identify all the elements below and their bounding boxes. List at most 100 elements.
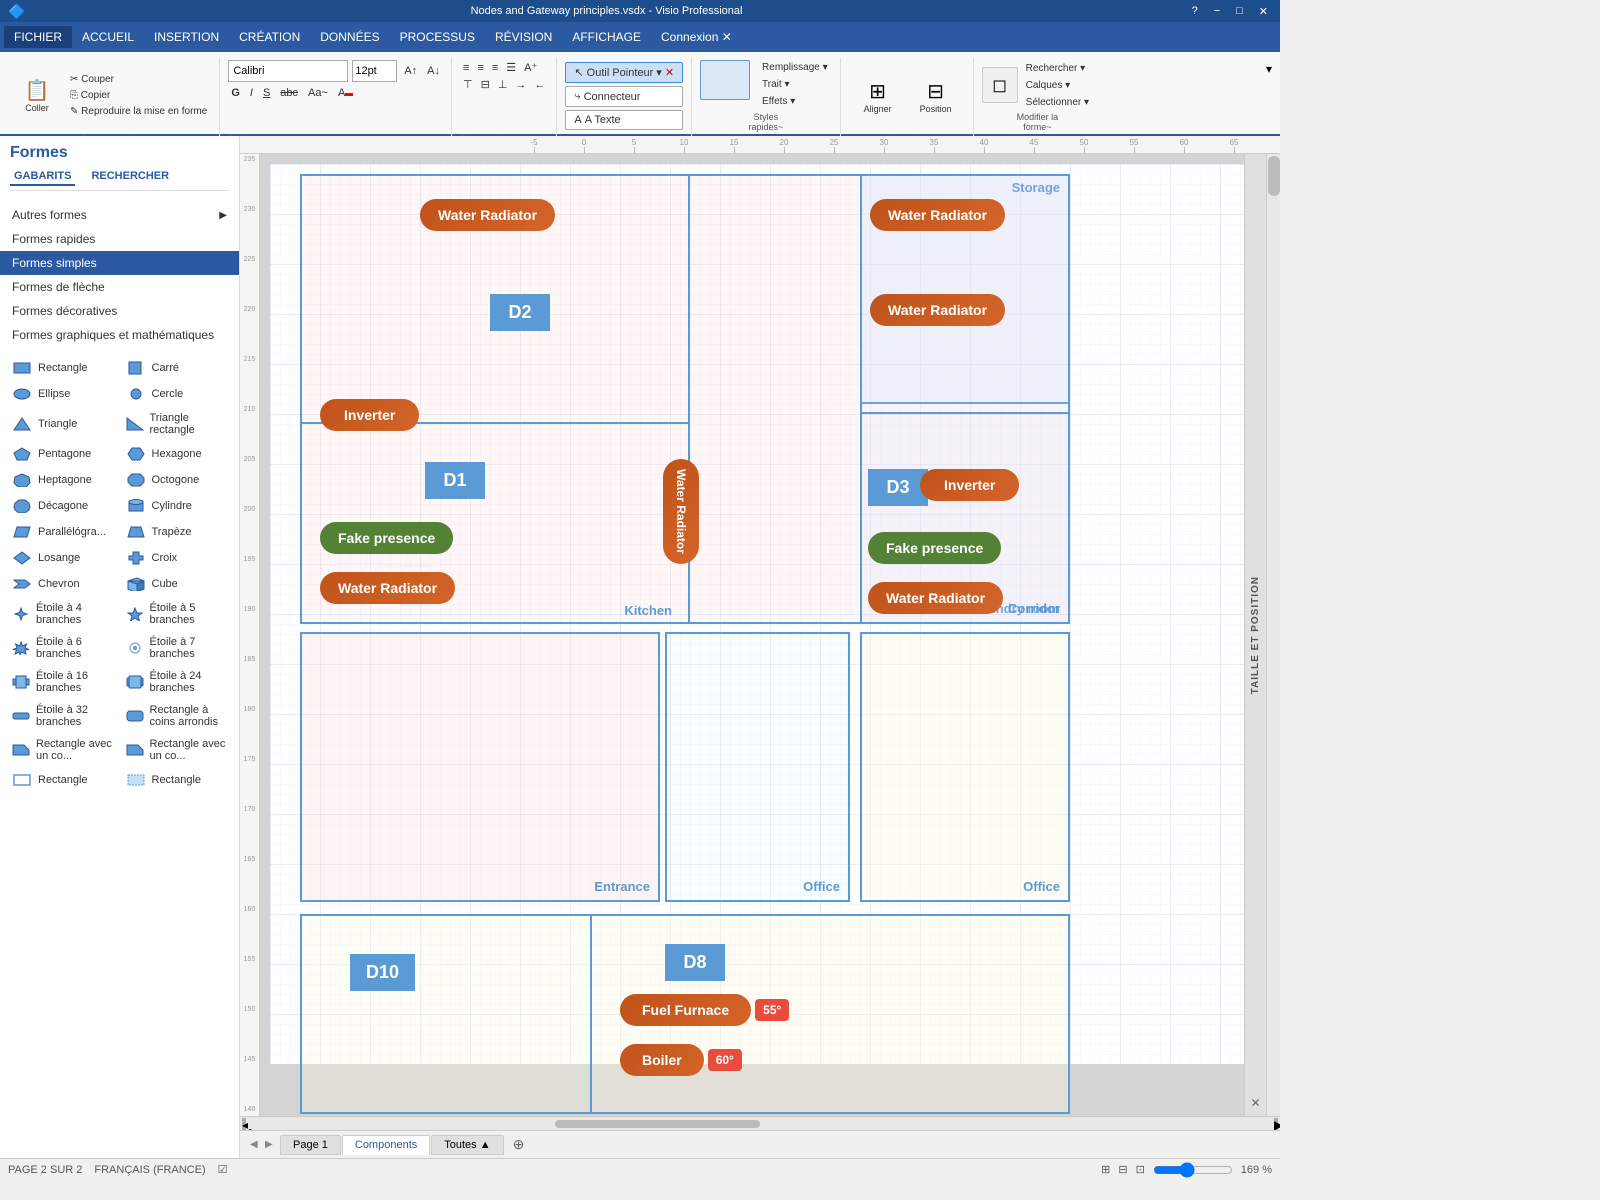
font-color-btn[interactable]: A bbox=[335, 86, 356, 100]
ribbon-expand-btn[interactable]: ▾ bbox=[1262, 58, 1276, 146]
aligner-btn[interactable]: ⊞ Aligner bbox=[853, 76, 903, 117]
zoom-slider[interactable] bbox=[1153, 1162, 1233, 1178]
accessibility-icon[interactable]: ☑ bbox=[218, 1163, 228, 1176]
shape-parallelogramme[interactable]: Parallélógra... bbox=[8, 521, 118, 543]
shape-etoile24[interactable]: Étoile à 24 branches bbox=[122, 667, 232, 697]
valign-top-btn[interactable]: ⊤ bbox=[460, 77, 476, 92]
sidebar-item-formes-fleche[interactable]: Formes de flèche bbox=[0, 275, 239, 299]
shape-rect-un-coin2[interactable]: Rectangle avec un co... bbox=[122, 735, 232, 765]
horizontal-scrollbar[interactable]: ◀ ▶ bbox=[240, 1116, 1280, 1130]
align-center-btn[interactable]: ≡ bbox=[474, 60, 486, 75]
v-scroll-thumb[interactable] bbox=[1268, 156, 1280, 196]
shape-ellipse[interactable]: Ellipse bbox=[8, 383, 118, 405]
reproduire-btn[interactable]: ✎ Reproduire la mise en forme bbox=[66, 104, 211, 119]
wr-kitchen-top[interactable]: Water Radiator bbox=[420, 199, 555, 231]
shape-rect-un-coin[interactable]: Rectangle avec un co... bbox=[8, 735, 118, 765]
menu-item-accueil[interactable]: ACCUEIL bbox=[72, 26, 144, 48]
shape-rectangle[interactable]: Rectangle bbox=[8, 357, 118, 379]
shape-rectangle2[interactable]: Rectangle bbox=[8, 769, 118, 791]
h-scroll-right-btn[interactable]: ▶ bbox=[1274, 1118, 1278, 1130]
wr-living[interactable]: Water Radiator bbox=[320, 572, 455, 604]
effets-btn[interactable]: Effets ▾ bbox=[758, 94, 832, 109]
font-size-up-btn[interactable]: A⁺ bbox=[521, 60, 540, 75]
vertical-scrollbar[interactable] bbox=[1266, 154, 1280, 1116]
couper-btn[interactable]: ✂ Couper bbox=[66, 72, 211, 87]
trait-btn[interactable]: Trait ▾ bbox=[758, 77, 832, 92]
copier-btn[interactable]: ⎘ Copier bbox=[66, 88, 211, 103]
shape-etoile6[interactable]: Étoile à 6 branches bbox=[8, 633, 118, 663]
valign-mid-btn[interactable]: ⊟ bbox=[478, 77, 493, 92]
boiler-group[interactable]: Boiler 60° bbox=[620, 1044, 742, 1076]
tab-components[interactable]: Components bbox=[342, 1135, 430, 1155]
sidebar-item-formes-decoratives[interactable]: Formes décoratives bbox=[0, 299, 239, 323]
view-normal-btn[interactable]: ⊞ bbox=[1101, 1163, 1110, 1176]
menu-item-revision[interactable]: RÉVISION bbox=[485, 26, 562, 48]
texte-btn[interactable]: A A Texte bbox=[565, 110, 683, 130]
font-grow-btn[interactable]: A↑ bbox=[401, 64, 420, 78]
scroll-tabs-left[interactable]: ◀ bbox=[250, 1138, 264, 1152]
list-btn[interactable]: ☰ bbox=[503, 60, 519, 75]
shape-pentagone[interactable]: Pentagone bbox=[8, 443, 118, 465]
shape-cube[interactable]: Cube bbox=[122, 573, 232, 595]
underline-btn[interactable]: S bbox=[260, 86, 273, 100]
remplissage-btn[interactable]: Remplissage ▾ bbox=[758, 60, 832, 75]
font-size-selector[interactable] bbox=[352, 60, 397, 82]
maximize-btn[interactable]: □ bbox=[1232, 5, 1247, 18]
shape-losange[interactable]: Losange bbox=[8, 547, 118, 569]
tab-rechercher[interactable]: RECHERCHER bbox=[87, 168, 173, 186]
menu-item-insertion[interactable]: INSERTION bbox=[144, 26, 229, 48]
sidebar-item-formes-simples[interactable]: Formes simples bbox=[0, 251, 239, 275]
h-scroll-thumb[interactable] bbox=[555, 1120, 760, 1128]
align-left-btn[interactable]: ≡ bbox=[460, 60, 472, 75]
tab-toutes[interactable]: Toutes ▲ bbox=[431, 1135, 503, 1155]
rechercher-btn[interactable]: Rechercher ▾ bbox=[1022, 61, 1093, 76]
shape-heptagone[interactable]: Heptagone bbox=[8, 469, 118, 491]
shape-etoile4[interactable]: Étoile à 4 branches bbox=[8, 599, 118, 629]
sidebar-item-autres-formes[interactable]: Autres formes ▶ bbox=[0, 203, 239, 227]
menu-item-donnees[interactable]: DONNÉES bbox=[310, 26, 389, 48]
font-selector[interactable] bbox=[228, 60, 348, 82]
menu-item-creation[interactable]: CRÉATION bbox=[229, 26, 310, 48]
shape-chevron[interactable]: Chevron bbox=[8, 573, 118, 595]
d3-node[interactable]: D3 bbox=[868, 469, 928, 506]
calques-btn[interactable]: Calques ▾ bbox=[1022, 78, 1093, 93]
fake-presence-office[interactable]: Fake presence bbox=[868, 532, 1001, 564]
wr-storage-top[interactable]: Water Radiator bbox=[870, 199, 1005, 231]
format-btn[interactable]: Aa~ bbox=[305, 86, 331, 100]
selectionner-btn[interactable]: Sélectionner ▾ bbox=[1022, 95, 1093, 110]
wr-vertical[interactable]: Water Radiator bbox=[663, 459, 699, 564]
h-scroll-left-btn[interactable]: ◀ bbox=[242, 1118, 246, 1130]
shape-carre[interactable]: Carré bbox=[122, 357, 232, 379]
shape-cylindre[interactable]: Cylindre bbox=[122, 495, 232, 517]
strikethrough-btn[interactable]: abc bbox=[277, 86, 301, 100]
sidebar-item-formes-rapides[interactable]: Formes rapides bbox=[0, 227, 239, 251]
shape-triangle-rect[interactable]: Triangle rectangle bbox=[122, 409, 232, 439]
shape-decagone[interactable]: Décagone bbox=[8, 495, 118, 517]
shape-etoile16[interactable]: Étoile à 16 branches bbox=[8, 667, 118, 697]
tab-page1[interactable]: Page 1 bbox=[280, 1135, 341, 1155]
shape-trapeze[interactable]: Trapèze bbox=[122, 521, 232, 543]
valign-bot-btn[interactable]: ⊥ bbox=[495, 77, 511, 92]
shape-etoile5[interactable]: Étoile à 5 branches bbox=[122, 599, 232, 629]
tab-gabarits[interactable]: GABARITS bbox=[10, 168, 75, 186]
help-btn[interactable]: ? bbox=[1188, 5, 1202, 18]
shape-croix[interactable]: Croix bbox=[122, 547, 232, 569]
coller-btn[interactable]: 📋 Coller bbox=[12, 75, 62, 116]
shape-rectangle3[interactable]: Rectangle bbox=[122, 769, 232, 791]
minimize-btn[interactable]: − bbox=[1210, 5, 1224, 18]
diagram-canvas[interactable]: Storage Laundry room Corridor Kitchen bbox=[260, 154, 1244, 1116]
indent-btn[interactable]: → bbox=[512, 77, 529, 92]
align-right-btn[interactable]: ≡ bbox=[489, 60, 501, 75]
fuel-furnace-group[interactable]: Fuel Furnace 55° bbox=[620, 994, 789, 1026]
wr-office[interactable]: Water Radiator bbox=[868, 582, 1003, 614]
position-btn[interactable]: ⊟ Position bbox=[911, 76, 961, 117]
shape-etoile32[interactable]: Étoile à 32 branches bbox=[8, 701, 118, 731]
menu-item-connexion[interactable]: Connexion ✕ bbox=[651, 26, 742, 48]
menu-item-affichage[interactable]: AFFICHAGE bbox=[562, 26, 651, 48]
d2-node[interactable]: D2 bbox=[490, 294, 550, 331]
shape-octogone[interactable]: Octogone bbox=[122, 469, 232, 491]
view-page-btn[interactable]: ⊟ bbox=[1118, 1163, 1127, 1176]
shape-etoile7[interactable]: Étoile à 7 branches bbox=[122, 633, 232, 663]
fake-presence-living[interactable]: Fake presence bbox=[320, 522, 453, 554]
italic-btn[interactable]: I bbox=[247, 86, 256, 100]
